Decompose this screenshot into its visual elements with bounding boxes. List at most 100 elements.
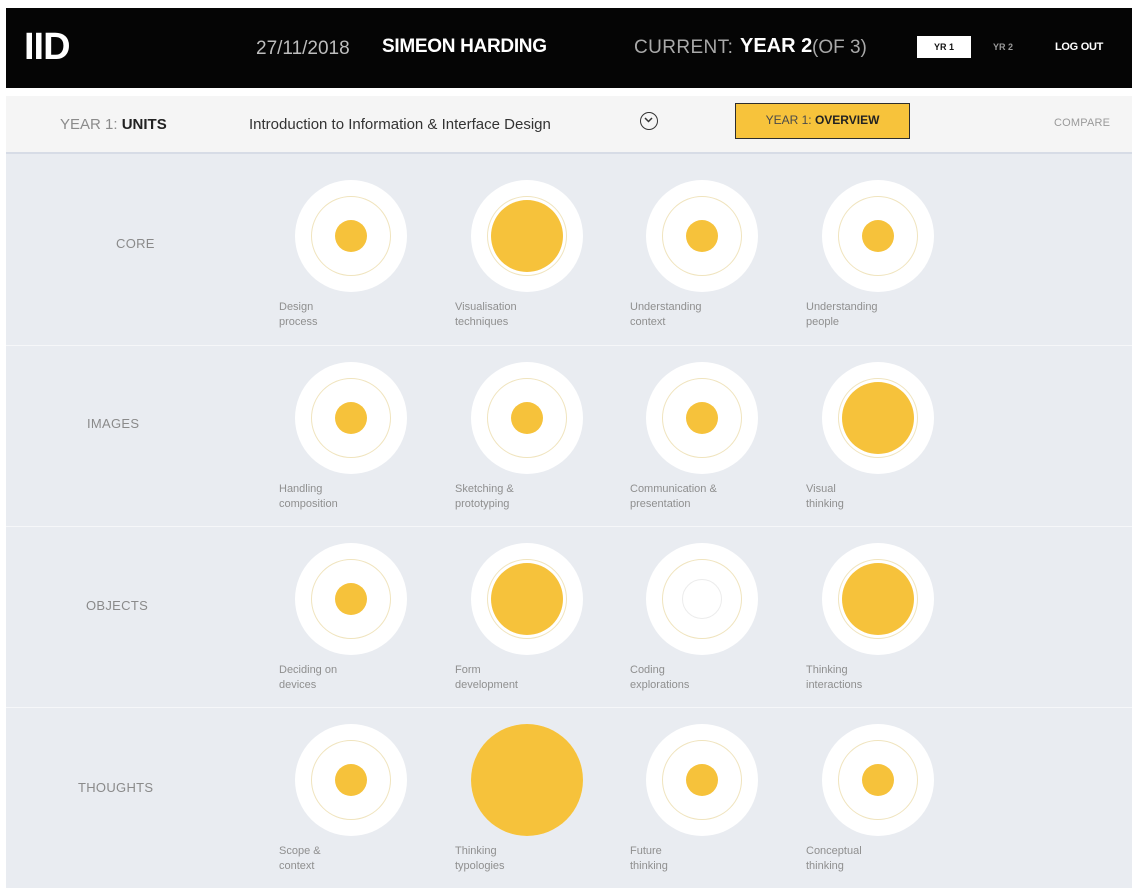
skill-circle[interactable] — [471, 543, 583, 655]
skill-circle[interactable] — [822, 180, 934, 292]
year-units-label: YEAR 1: UNITS — [60, 116, 167, 133]
skill-label-line1: Understanding — [630, 301, 702, 313]
skill-label-line1: Visualisation — [455, 301, 517, 313]
skill-circle[interactable] — [295, 543, 407, 655]
skill-circle[interactable] — [471, 362, 583, 474]
skill-label-line1: Communication & — [630, 483, 717, 495]
skill-level-dot — [471, 724, 583, 836]
skill-circle[interactable] — [646, 543, 758, 655]
skill-level-dot — [335, 402, 367, 434]
skill-label: Understanding people — [806, 300, 946, 330]
row-label: CORE — [116, 236, 155, 251]
row-label: IMAGES — [87, 416, 140, 431]
user-name: SIMEON HARDING — [382, 36, 547, 57]
row-label: OBJECTS — [86, 598, 149, 613]
skill-label-line2: development — [455, 679, 518, 691]
skill-label-line1: Sketching & — [455, 483, 514, 495]
skill-label-line2: context — [279, 860, 315, 872]
skill-circle[interactable] — [295, 724, 407, 836]
skill-label-line1: Deciding on — [279, 664, 338, 676]
skill-label-line1: Form — [455, 664, 481, 676]
top-header: IID 27/11/2018 SIMEON HARDING CURRENT: Y… — [6, 8, 1132, 88]
skill-label-line2: interactions — [806, 679, 863, 691]
current-label: CURRENT: — [634, 37, 734, 58]
skill-label-line2: typologies — [455, 860, 505, 872]
skills-grid: CORE Design process Visualisation techniques… — [6, 154, 1132, 888]
skill-label-line2: composition — [279, 498, 338, 510]
year-section: UNITS — [121, 116, 167, 133]
row-divider — [6, 707, 1132, 708]
skill-circle[interactable] — [646, 362, 758, 474]
current-year: YEAR 2 — [740, 35, 813, 57]
skill-label: Design process — [279, 300, 419, 330]
skill-label-line1: Future — [630, 845, 662, 857]
skill-circle[interactable] — [646, 724, 758, 836]
skill-label-line2: devices — [279, 679, 317, 691]
skill-level-dot — [491, 200, 563, 272]
overview-prefix: YEAR 1: — [765, 113, 812, 127]
skill-level-dot — [842, 563, 914, 635]
skill-circle[interactable] — [646, 180, 758, 292]
chevron-down-icon — [644, 117, 653, 123]
skill-label-line1: Thinking — [806, 664, 848, 676]
sub-header: YEAR 1: UNITS Introduction to Informatio… — [6, 96, 1132, 154]
current-date: 27/11/2018 — [256, 38, 350, 59]
overview-label: OVERVIEW — [814, 113, 880, 127]
skill-label: Visualisation techniques — [455, 300, 595, 330]
skill-label-line2: prototyping — [455, 498, 510, 510]
skill-label-line1: Visual — [806, 483, 836, 495]
row-divider — [6, 345, 1132, 346]
skill-circle[interactable] — [295, 180, 407, 292]
skill-label-line2: thinking — [630, 860, 668, 872]
current-year-total: (OF 3) — [812, 37, 867, 58]
skill-level-dot — [686, 220, 718, 252]
skill-label-line1: Handling — [279, 483, 323, 495]
skill-label-line2: process — [279, 316, 318, 328]
skill-label-line2: explorations — [630, 679, 690, 691]
skill-label-line1: Conceptual — [806, 845, 862, 857]
skill-label: Sketching & prototyping — [455, 482, 595, 512]
skill-label: Thinking interactions — [806, 663, 946, 693]
skill-label: Conceptual thinking — [806, 844, 946, 874]
row-divider — [6, 526, 1132, 527]
skill-circle[interactable] — [822, 362, 934, 474]
year-overview-button[interactable]: YEAR 1: OVERVIEW — [735, 103, 910, 139]
skill-label-line1: Design — [279, 301, 314, 313]
skill-level-dot — [686, 402, 718, 434]
skill-circle[interactable] — [822, 724, 934, 836]
year-1-button[interactable]: YR 1 — [917, 36, 971, 58]
skill-level-dot — [686, 764, 718, 796]
unit-title: Introduction to Information & Interface … — [249, 116, 551, 133]
skill-level-dot — [335, 764, 367, 796]
year-prefix: YEAR 1: — [60, 116, 118, 133]
skill-circle[interactable] — [471, 724, 583, 836]
skill-label-line1: Scope & — [279, 845, 321, 857]
year-2-button[interactable]: YR 2 — [988, 36, 1018, 58]
skill-label: Visual thinking — [806, 482, 946, 512]
skill-circle[interactable] — [295, 362, 407, 474]
skill-label-line2: people — [806, 316, 840, 328]
skill-label-line2: context — [630, 316, 666, 328]
skill-level-dot — [335, 220, 367, 252]
skill-label: Thinking typologies — [455, 844, 595, 874]
logout-button[interactable]: LOG OUT — [1055, 41, 1103, 53]
skill-label: Handling composition — [279, 482, 419, 512]
skill-label: Future thinking — [630, 844, 770, 874]
skill-label: Form development — [455, 663, 595, 693]
skill-level-dot — [511, 402, 543, 434]
skill-level-dot — [842, 382, 914, 454]
skill-label-line2: thinking — [806, 498, 844, 510]
skill-level-dot — [862, 764, 894, 796]
unit-dropdown-button[interactable] — [640, 112, 658, 130]
skill-level-dot — [335, 583, 367, 615]
skill-circle[interactable] — [471, 180, 583, 292]
skill-label: Understanding context — [630, 300, 770, 330]
skill-label-line1: Thinking — [455, 845, 497, 857]
skill-level-dot — [491, 563, 563, 635]
app-logo: IID — [24, 26, 71, 68]
skill-circle[interactable] — [822, 543, 934, 655]
skill-label: Deciding on devices — [279, 663, 419, 693]
skill-circle-empty-ring — [682, 579, 722, 619]
compare-link[interactable]: COMPARE — [1054, 117, 1110, 129]
skill-label: Coding explorations — [630, 663, 770, 693]
